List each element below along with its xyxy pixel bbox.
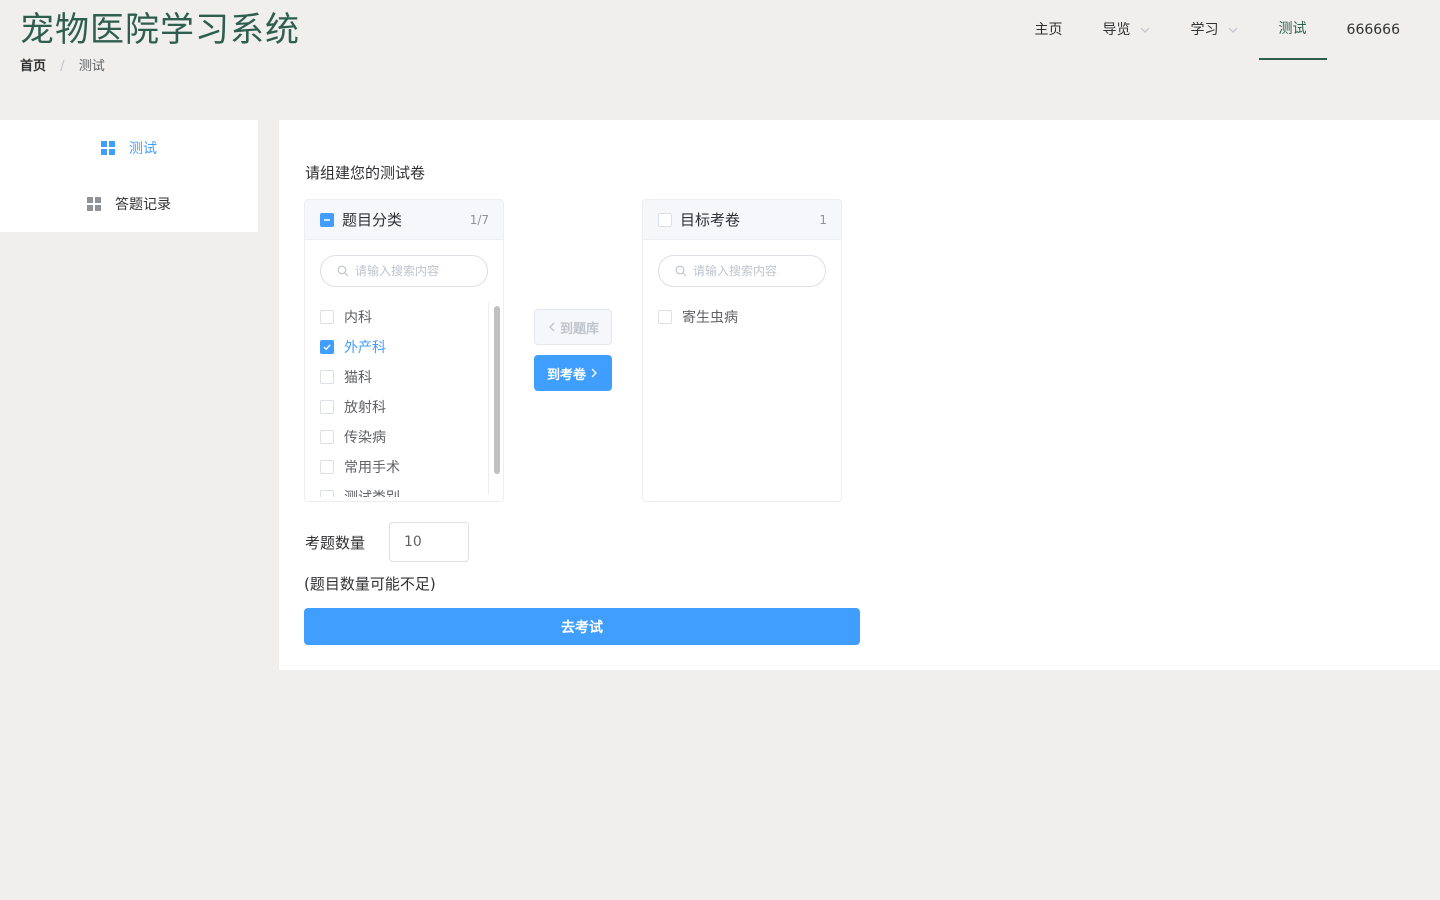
- list-item[interactable]: 放射科: [305, 392, 503, 422]
- sidebar-item-label: 测试: [129, 141, 157, 157]
- panel-title: 题目分类: [342, 211, 403, 229]
- search-input[interactable]: [353, 263, 483, 279]
- nav-item-label: 导览: [1102, 22, 1131, 38]
- list-item-label: 放射科: [344, 400, 386, 416]
- sidebar-item-label: 答题记录: [115, 197, 171, 213]
- button-label: 到考卷: [546, 367, 586, 383]
- breadcrumb: 首页 / 测试: [20, 58, 105, 76]
- nav-item-label: 学习: [1190, 22, 1219, 38]
- chevron-down-icon: [1140, 27, 1149, 33]
- nav-item-home[interactable]: 主页: [1015, 0, 1083, 60]
- list-item[interactable]: 测试类别: [305, 482, 503, 497]
- list-item-label: 外产科: [344, 340, 386, 356]
- nav-item-label: 666666: [1346, 22, 1400, 38]
- search-box: [658, 255, 826, 287]
- search-icon: [675, 265, 687, 277]
- transfer-target-panel: 目标考卷 1 寄生虫病: [642, 199, 842, 502]
- app-title: 宠物医院学习系统: [20, 10, 300, 50]
- scrollbar-track: [488, 302, 489, 494]
- transfer-target-header: 目标考卷 1: [643, 200, 841, 240]
- check-icon: [323, 344, 331, 351]
- checkbox[interactable]: [658, 310, 672, 324]
- move-to-target-button[interactable]: 到考卷: [534, 355, 612, 391]
- grid-icon: [101, 141, 115, 155]
- list-item-label: 常用手术: [344, 460, 400, 476]
- search-icon: [337, 265, 349, 277]
- nav-item-label: 主页: [1034, 22, 1063, 38]
- checkbox[interactable]: [320, 370, 334, 384]
- question-count-input[interactable]: [389, 522, 469, 562]
- checkbox[interactable]: [320, 490, 334, 497]
- scrollbar-thumb[interactable]: [494, 306, 500, 474]
- nav-item-label: 测试: [1278, 21, 1307, 37]
- chevron-left-icon: [549, 322, 555, 332]
- transfer-source-header: 题目分类 1/7: [305, 200, 503, 240]
- list-item[interactable]: 寄生虫病: [643, 302, 841, 332]
- sidebar: 测试 答题记录: [0, 120, 258, 232]
- nav-item-study[interactable]: 学习: [1171, 0, 1259, 60]
- checkbox[interactable]: [320, 460, 334, 474]
- button-label: 到题库: [559, 321, 599, 337]
- list-item-label: 传染病: [344, 430, 386, 446]
- nav-item-test[interactable]: 测试: [1258, 0, 1327, 60]
- search-input[interactable]: [691, 263, 821, 279]
- list-item-label: 猫科: [344, 370, 372, 386]
- selection-count: 1/7: [469, 212, 489, 227]
- top-nav: 主页 导览 学习 测试 666666: [1015, 0, 1420, 60]
- chevron-right-icon: [591, 368, 597, 378]
- selection-count: 1: [819, 212, 827, 227]
- move-to-source-button[interactable]: 到题库: [534, 309, 612, 345]
- chevron-down-icon: [1228, 27, 1237, 33]
- list-item-label: 寄生虫病: [682, 310, 738, 326]
- button-label: 去考试: [561, 619, 603, 636]
- search-box: [320, 255, 488, 287]
- checkbox[interactable]: [320, 310, 334, 324]
- nav-item-guide[interactable]: 导览: [1083, 0, 1171, 60]
- list-item-label: 测试类别: [344, 487, 400, 497]
- checkbox[interactable]: [320, 430, 334, 444]
- panel-title: 目标考卷: [680, 211, 741, 229]
- checkbox[interactable]: [320, 340, 334, 354]
- breadcrumb-home[interactable]: 首页: [20, 59, 46, 74]
- list-item[interactable]: 外产科: [305, 332, 503, 362]
- transfer-source-panel: 题目分类 1/7 内科 外产科 猫科: [304, 199, 504, 502]
- select-all-checkbox[interactable]: [320, 212, 334, 227]
- transfer-source-list: 内科 外产科 猫科 放射科 传染病 常用手术: [305, 302, 503, 497]
- minus-icon: [324, 218, 330, 221]
- start-exam-button[interactable]: 去考试: [304, 608, 860, 645]
- main-panel: 请组建您的测试卷 题目分类 1/7 内科 外产科: [279, 120, 1440, 670]
- question-count-note: (题目数量可能不足): [304, 575, 436, 593]
- list-item[interactable]: 猫科: [305, 362, 503, 392]
- page-title: 请组建您的测试卷: [305, 164, 426, 182]
- select-all-checkbox[interactable]: [658, 212, 672, 227]
- checkbox[interactable]: [320, 400, 334, 414]
- sidebar-item-test[interactable]: 测试: [0, 120, 258, 176]
- breadcrumb-current: 测试: [78, 59, 105, 74]
- grid-icon: [87, 197, 101, 211]
- list-item[interactable]: 传染病: [305, 422, 503, 452]
- list-item[interactable]: 内科: [305, 302, 503, 332]
- transfer-target-list: 寄生虫病: [643, 302, 841, 497]
- nav-item-user[interactable]: 666666: [1327, 0, 1420, 60]
- list-item[interactable]: 常用手术: [305, 452, 503, 482]
- sidebar-item-records[interactable]: 答题记录: [0, 176, 258, 232]
- list-item-label: 内科: [344, 310, 372, 326]
- breadcrumb-separator: /: [60, 59, 65, 74]
- question-count-label: 考题数量: [305, 534, 366, 552]
